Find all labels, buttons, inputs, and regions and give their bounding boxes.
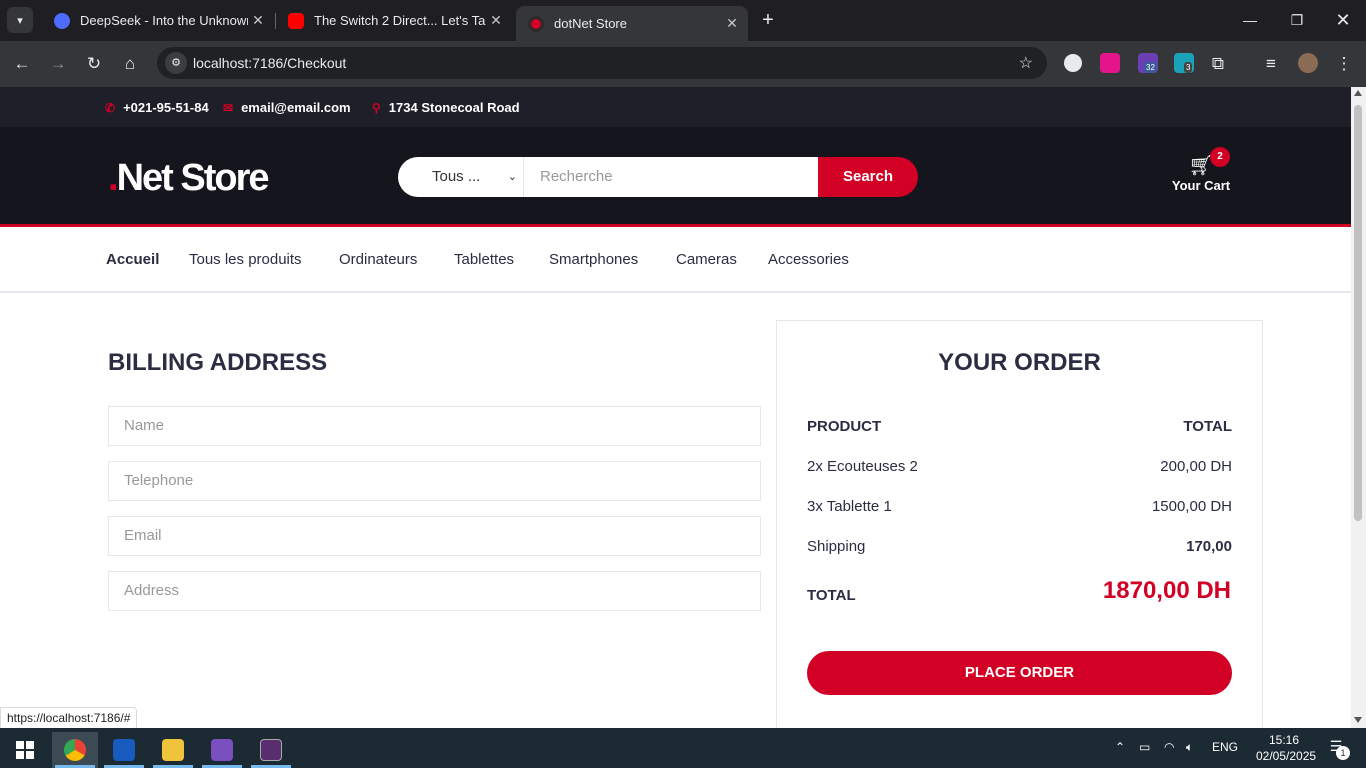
extension-badge: 3 <box>1184 62 1193 73</box>
bookmark-star-icon[interactable]: ☆ <box>1019 53 1033 73</box>
taskbar-file-explorer[interactable] <box>150 732 196 768</box>
address-field[interactable]: Address <box>108 571 761 611</box>
reload-icon[interactable]: ↻ <box>82 52 106 76</box>
cart-qty-badge: 2 <box>1210 147 1230 167</box>
email-field[interactable]: Email <box>108 516 761 556</box>
order-title: YOUR ORDER <box>938 349 1101 376</box>
dotnet-store-favicon-icon <box>528 15 544 32</box>
language-indicator[interactable]: ENG <box>1212 740 1238 754</box>
close-window-icon[interactable]: ✕ <box>1331 8 1355 32</box>
forward-icon[interactable]: → <box>46 52 70 76</box>
envelope-icon: ✉ <box>223 100 234 115</box>
nav-accueil[interactable]: Accueil <box>106 251 159 268</box>
notification-icon[interactable]: ☰ 1 <box>1324 738 1350 760</box>
media-control-icon[interactable]: ≡ <box>1259 52 1283 76</box>
taskbar-chrome[interactable] <box>52 732 98 768</box>
extensions-puzzle-icon[interactable]: ⧉ <box>1206 52 1230 76</box>
telephone-field[interactable]: Telephone <box>108 461 761 501</box>
word-icon <box>113 739 135 761</box>
order-summary: YOUR ORDER PRODUCT TOTAL 2x Ecouteuses 2… <box>776 320 1263 728</box>
contact-phone[interactable]: ✆ +021-95-51-84 <box>105 100 209 115</box>
browser-toolbar: ← → ↻ ⌂ ⚙ localhost:7186/Checkout ☆ 32 3… <box>0 41 1366 87</box>
taskbar-visual-studio[interactable] <box>199 732 245 768</box>
minimize-icon[interactable]: — <box>1238 8 1262 32</box>
start-button[interactable] <box>2 732 48 768</box>
order-item-row: 2x Ecouteuses 2 200,00 DH <box>807 458 1232 475</box>
windows-logo-icon <box>16 741 34 759</box>
map-marker-icon: ⚲ <box>372 100 381 115</box>
tab-deepseek[interactable]: DeepSeek - Into the Unknown ✕ <box>42 6 274 35</box>
close-tab-icon[interactable]: ✕ <box>486 12 506 29</box>
search-input[interactable]: Recherche <box>524 157 818 197</box>
site-info-icon[interactable]: ⚙ <box>165 52 187 74</box>
nav-smartphones[interactable]: Smartphones <box>549 251 638 268</box>
back-icon[interactable]: ← <box>10 52 34 76</box>
close-tab-icon[interactable]: ✕ <box>248 12 268 29</box>
download-extension-icon[interactable] <box>1100 53 1120 73</box>
store-header: .Net Store Tous ... ⌄ Recherche Search 🛒… <box>0 127 1351 227</box>
contact-topbar: ✆ +021-95-51-84 ✉ email@email.com ⚲ 1734… <box>0 87 1351 127</box>
link-status-bubble: https://localhost:7186/# <box>0 707 138 729</box>
home-icon[interactable]: ⌂ <box>118 52 142 76</box>
main-nav: Accueil Tous les produits Ordinateurs Ta… <box>0 230 1351 293</box>
profile-avatar[interactable] <box>1298 53 1318 73</box>
terminal-icon <box>260 739 282 761</box>
close-tab-icon[interactable]: ✕ <box>722 15 742 32</box>
restore-icon[interactable]: ❐ <box>1285 8 1309 32</box>
battery-icon[interactable]: ▭ <box>1139 740 1150 754</box>
wifi-icon[interactable]: ◠ <box>1164 740 1174 754</box>
browser-menu-icon[interactable]: ⋮ <box>1332 52 1356 76</box>
tab-youtube[interactable]: The Switch 2 Direct... Let's Talk / ✕ <box>276 6 512 35</box>
category-select[interactable]: Tous ... ⌄ <box>398 157 524 197</box>
total-label: TOTAL <box>807 587 856 604</box>
chrome-icon <box>64 739 86 761</box>
visual-studio-icon <box>211 739 233 761</box>
windows-taskbar: ⌃ ▭ ◠ 🔈︎ ENG 15:16 02/05/2025 ☰ 1 <box>0 728 1366 768</box>
deepseek-favicon-icon <box>54 12 70 29</box>
clock[interactable]: 15:16 02/05/2025 <box>1256 732 1316 764</box>
scrollbar-thumb[interactable] <box>1354 105 1362 521</box>
search-form: Tous ... ⌄ Recherche Search <box>398 157 918 197</box>
tab-search-icon[interactable]: ▾ <box>7 7 33 33</box>
scroll-up-icon[interactable] <box>1354 90 1362 96</box>
browser-tab-strip: ▾ DeepSeek - Into the Unknown ✕ The Swit… <box>0 0 1366 41</box>
new-tab-icon[interactable]: + <box>758 9 778 31</box>
name-field[interactable]: Name <box>108 406 761 446</box>
phone-icon: ✆ <box>105 100 116 115</box>
nav-tablettes[interactable]: Tablettes <box>454 251 514 268</box>
address-bar[interactable]: ⚙ localhost:7186/Checkout ☆ <box>157 47 1047 79</box>
nav-ordinateurs[interactable]: Ordinateurs <box>339 251 417 268</box>
search-button[interactable]: Search <box>818 157 918 197</box>
youtube-favicon-icon <box>288 12 304 29</box>
store-logo[interactable]: .Net Store <box>108 157 269 200</box>
extension-circle-icon[interactable] <box>1064 54 1082 72</box>
shipping-row: Shipping 170,00 <box>807 538 1232 555</box>
nav-tous-les-produits[interactable]: Tous les produits <box>189 251 302 268</box>
tab-dotnet-store[interactable]: dotNet Store ✕ <box>516 6 748 41</box>
place-order-button[interactable]: PLACE ORDER <box>807 651 1232 695</box>
notification-badge: 1 <box>1336 746 1350 760</box>
contact-email[interactable]: ✉ email@email.com <box>223 100 351 115</box>
scroll-down-icon[interactable] <box>1354 717 1362 723</box>
order-item-row: 3x Tablette 1 1500,00 DH <box>807 498 1232 515</box>
volume-icon[interactable]: 🔈︎ <box>1186 740 1193 755</box>
order-header-row: PRODUCT TOTAL <box>807 418 1232 435</box>
folder-icon <box>162 739 184 761</box>
nav-cameras[interactable]: Cameras <box>676 251 737 268</box>
billing-address-title: BILLING ADDRESS <box>108 349 328 376</box>
total-value: 1870,00 DH <box>1102 577 1231 604</box>
show-hidden-icons-icon[interactable]: ⌃ <box>1115 740 1125 754</box>
taskbar-terminal[interactable] <box>248 732 294 768</box>
nav-accessories[interactable]: Accessories <box>768 251 849 268</box>
cart-button[interactable]: 🛒︎ Your Cart 2 <box>1166 147 1236 197</box>
page-viewport: ✆ +021-95-51-84 ✉ email@email.com ⚲ 1734… <box>0 87 1351 728</box>
taskbar-word[interactable] <box>101 732 147 768</box>
url-text[interactable]: localhost:7186/Checkout <box>193 55 346 71</box>
contact-address[interactable]: ⚲ 1734 Stonecoal Road <box>372 100 520 115</box>
chevron-down-icon: ⌄ <box>507 171 517 183</box>
page-scrollbar[interactable] <box>1351 87 1366 728</box>
extension-badge: 32 <box>1144 62 1157 73</box>
